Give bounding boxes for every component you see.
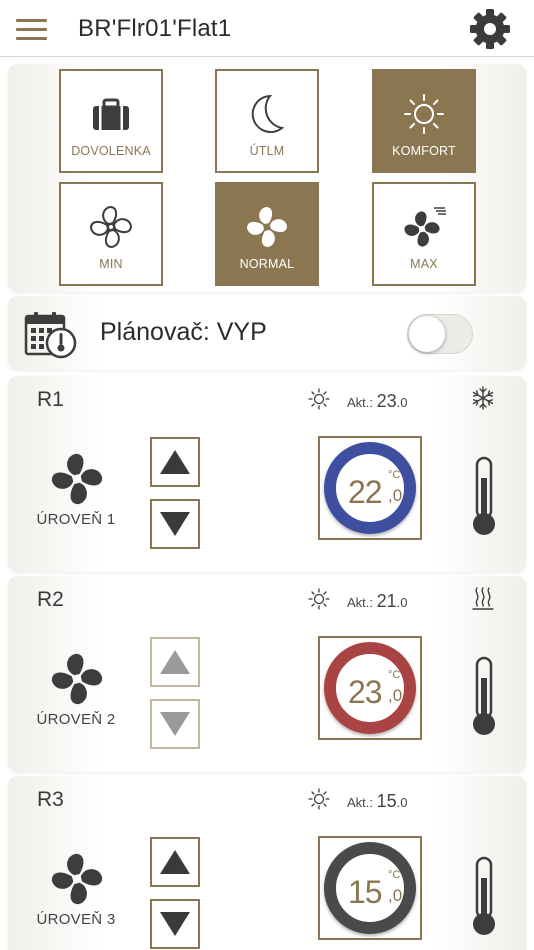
increase-button[interactable] xyxy=(150,837,200,887)
actual-temperature: Akt.: 21.0 xyxy=(347,591,408,611)
setpoint-ring: 15 °C ,0 xyxy=(324,842,416,934)
room-name: R1 xyxy=(37,388,64,411)
setpoint-ring: 23 °C ,0 xyxy=(324,642,416,734)
arrow-up-icon xyxy=(160,650,190,674)
fan-icon xyxy=(247,207,287,247)
sun-icon xyxy=(308,388,330,410)
arrow-down-icon xyxy=(160,512,190,536)
scheduler-panel: Plánovač: VYP xyxy=(8,296,526,370)
mode-button-max[interactable]: MAX xyxy=(372,182,476,286)
sun-icon xyxy=(404,94,444,134)
fan-level-label: ÚROVEŇ 1 xyxy=(36,511,116,528)
actual-temperature: Akt.: 15.0 xyxy=(347,791,408,811)
arrow-down-icon xyxy=(160,912,190,936)
room-name: R2 xyxy=(37,588,64,611)
page-title: BR'Flr01'Flat1 xyxy=(78,15,232,42)
scheduler-toggle[interactable] xyxy=(407,314,473,354)
actual-temperature: Akt.: 23.0 xyxy=(347,391,408,411)
mode-label: ÚTLM xyxy=(249,144,285,158)
mode-label: NORMAL xyxy=(239,257,295,271)
decrease-button[interactable] xyxy=(150,899,200,949)
setpoint-decimal: ,0 xyxy=(388,886,403,905)
mode-button-dovolenka[interactable]: DOVOLENKA xyxy=(59,69,163,173)
thermometer-icon xyxy=(473,456,495,535)
fan-icon xyxy=(51,853,103,905)
setpoint-value: 22 xyxy=(348,474,383,510)
setpoint-unit: °C xyxy=(388,469,401,481)
calendar-thermometer-icon xyxy=(24,312,77,359)
fan-level-label: ÚROVEŇ 2 xyxy=(36,711,116,728)
room-card-r2: R2 Akt.: 21.0 ÚROVEŇ 2 23 °C ,0 xyxy=(8,576,526,772)
increase-button[interactable] xyxy=(150,637,200,687)
mode-label: MIN xyxy=(99,257,123,271)
sun-icon xyxy=(308,588,330,610)
menu-icon[interactable] xyxy=(16,19,47,40)
heating-icon xyxy=(472,587,494,610)
increase-button[interactable] xyxy=(150,437,200,487)
setpoint-decimal: ,0 xyxy=(388,486,403,505)
setpoint-decimal: ,0 xyxy=(388,686,403,705)
mode-label: MAX xyxy=(410,257,438,271)
room-card-r3: R3 Akt.: 15.0 ÚROVEŇ 3 15 °C ,0 xyxy=(8,776,526,950)
scheduler-label: Plánovač: VYP xyxy=(100,318,267,346)
room-name: R3 xyxy=(37,788,64,811)
mode-label: DOVOLENKA xyxy=(71,144,151,158)
fan-level-label: ÚROVEŇ 3 xyxy=(36,911,116,928)
fan-fast-icon xyxy=(404,207,446,247)
mode-button-utlm[interactable]: ÚTLM xyxy=(215,69,319,173)
setpoint-dial[interactable]: 22 °C ,0 xyxy=(318,436,422,540)
mode-label: KOMFORT xyxy=(392,144,456,158)
mode-panel: DOVOLENKA ÚTLM KOMFORT MIN NORMAL MAX xyxy=(8,64,526,292)
setpoint-unit: °C xyxy=(388,669,401,681)
suitcase-icon xyxy=(93,98,129,130)
fan-outline-icon xyxy=(89,205,133,249)
arrow-down-icon xyxy=(160,712,190,736)
setpoint-value: 15 xyxy=(348,874,383,910)
gear-icon[interactable] xyxy=(468,7,512,51)
arrow-up-icon xyxy=(160,450,190,474)
setpoint-ring: 22 °C ,0 xyxy=(324,442,416,534)
snowflake-icon xyxy=(472,386,494,410)
setpoint-dial[interactable]: 23 °C ,0 xyxy=(318,636,422,740)
decrease-button[interactable] xyxy=(150,499,200,549)
sun-icon xyxy=(308,788,330,810)
fan-icon xyxy=(51,653,103,705)
mode-button-min[interactable]: MIN xyxy=(59,182,163,286)
thermometer-icon xyxy=(473,656,495,735)
room-card-r1: R1 Akt.: 23.0 ÚROVEŇ 1 22 °C ,0 xyxy=(8,376,526,572)
setpoint-unit: °C xyxy=(388,869,401,881)
toggle-knob xyxy=(409,316,445,352)
setpoint-dial[interactable]: 15 °C ,0 xyxy=(318,836,422,940)
thermometer-icon xyxy=(473,856,495,935)
top-bar: BR'Flr01'Flat1 xyxy=(0,0,534,57)
mode-button-komfort[interactable]: KOMFORT xyxy=(372,69,476,173)
arrow-up-icon xyxy=(160,850,190,874)
fan-icon xyxy=(51,453,103,505)
setpoint-value: 23 xyxy=(348,674,383,710)
mode-button-normal[interactable]: NORMAL xyxy=(215,182,319,286)
decrease-button[interactable] xyxy=(150,699,200,749)
moon-icon xyxy=(251,94,285,133)
